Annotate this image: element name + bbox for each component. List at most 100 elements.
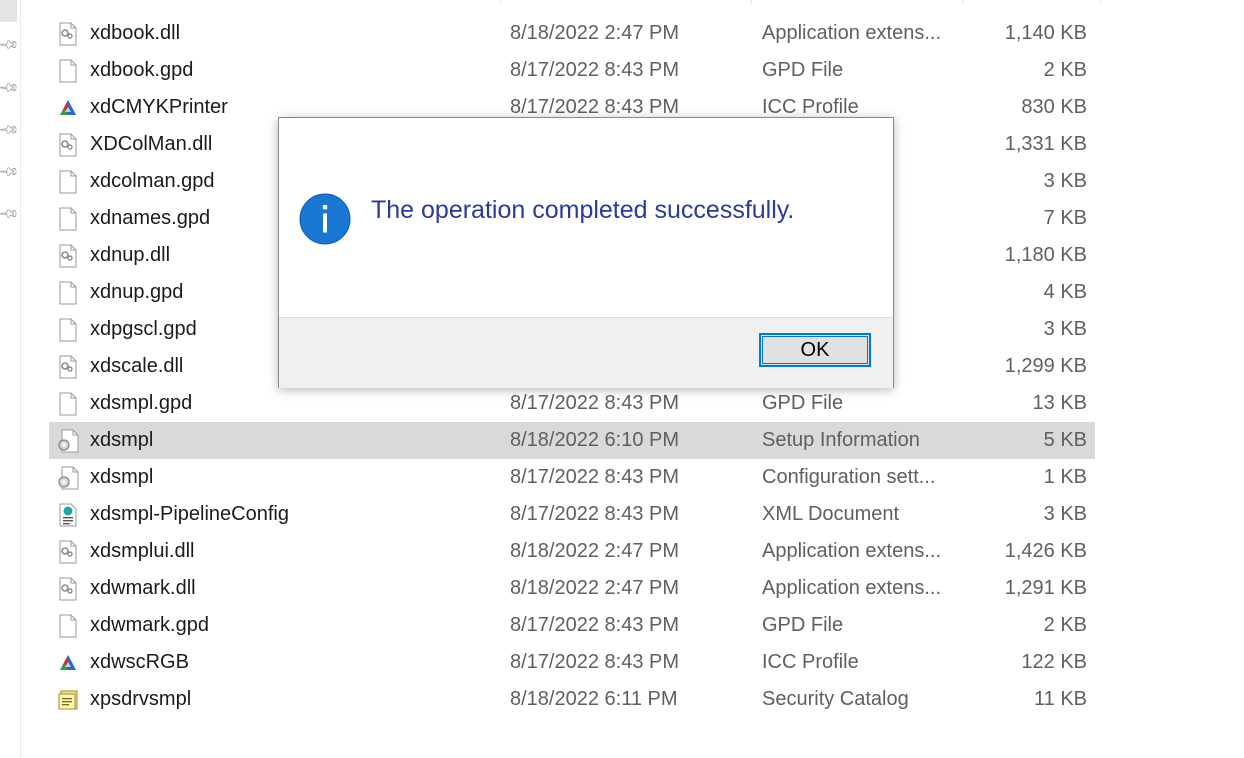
file-size: 2 KB [1043, 59, 1087, 81]
file-icon [57, 207, 79, 231]
file-name: xdnup.gpd [90, 281, 184, 303]
file-type: Security Catalog [762, 688, 909, 710]
file-name: xdpgscl.gpd [90, 318, 197, 340]
file-name: xdbook.dll [90, 22, 181, 44]
file-name: xdnup.dll [90, 244, 171, 266]
file-date-modified: 8/17/2022 8:43 PM [510, 651, 680, 673]
icc-icon [57, 651, 79, 675]
file-type: XML Document [762, 503, 900, 525]
file-size: 7 KB [1043, 207, 1087, 229]
file-name: xdcolman.gpd [90, 170, 215, 192]
file-size: 2 KB [1043, 614, 1087, 636]
pin-icon[interactable]: 📌︎ [0, 33, 20, 55]
column-separator[interactable] [962, 0, 963, 4]
pin-icon[interactable]: 📌︎ [0, 202, 20, 224]
dll-icon [57, 22, 79, 46]
file-size: 1,331 KB [1004, 133, 1087, 155]
file-size: 1,140 KB [1004, 22, 1087, 44]
file-size: 1,291 KB [1004, 577, 1087, 599]
file-size: 1,180 KB [1004, 244, 1087, 266]
file-name: xdbook.gpd [90, 59, 194, 81]
pin-icon[interactable]: 📌︎ [0, 118, 20, 140]
file-size: 830 KB [1021, 96, 1087, 118]
file-date-modified: 8/17/2022 8:43 PM [510, 466, 680, 488]
file-icon [57, 392, 79, 416]
file-size: 1,426 KB [1004, 540, 1087, 562]
file-size: 3 KB [1043, 503, 1087, 525]
dll-icon [57, 133, 79, 157]
file-row[interactable]: xdwscRGB 8/17/2022 8:43 PM ICC Profile 122 … [49, 644, 1095, 681]
message-dialog: The operation completed successfully. OK [278, 117, 894, 388]
file-size: 5 KB [1043, 429, 1087, 451]
file-name: xdCMYKPrinter [90, 96, 228, 118]
file-row[interactable]: xdsmpl 8/18/2022 6:10 PM Setup Information… [49, 422, 1095, 459]
file-date-modified: 8/18/2022 6:11 PM [510, 688, 678, 710]
file-date-modified: 8/18/2022 2:47 PM [510, 22, 680, 44]
config-icon [57, 466, 79, 490]
pin-icon[interactable]: 📌︎ [0, 76, 20, 98]
column-separator[interactable] [500, 0, 501, 4]
file-row[interactable]: xdbook.gpd 8/17/2022 8:43 PM GPD File 2 KB [49, 52, 1095, 89]
file-date-modified: 8/18/2022 2:47 PM [510, 540, 680, 562]
xml-icon [57, 503, 79, 527]
file-date-modified: 8/17/2022 8:43 PM [510, 503, 680, 525]
file-name: xdscale.dll [90, 355, 184, 377]
info-icon [299, 193, 351, 245]
dll-icon [57, 540, 79, 564]
file-name: xdsmpl-PipelineConfig [90, 503, 289, 525]
file-name: xdsmpl.gpd [90, 392, 193, 414]
icc-icon [57, 96, 79, 120]
pin-icon[interactable]: 📌︎ [0, 160, 20, 182]
file-size: 122 KB [1021, 651, 1087, 673]
file-name: xdwscRGB [90, 651, 189, 673]
dialog-message: The operation completed successfully. [371, 196, 795, 224]
file-row[interactable]: xpsdrvsmpl 8/18/2022 6:11 PM Security Cata… [49, 681, 1095, 718]
file-type: Application extens... [762, 540, 941, 562]
file-name: XDColMan.dll [90, 133, 213, 155]
file-name: xdnames.gpd [90, 207, 211, 229]
file-size: 1 KB [1043, 466, 1087, 488]
file-name: xdwmark.dll [90, 577, 196, 599]
file-row[interactable]: xdsmpl 8/17/2022 8:43 PM Configuration set… [49, 459, 1095, 496]
column-separator[interactable] [751, 0, 752, 4]
file-name: xdsmplui.dll [90, 540, 195, 562]
file-type: Configuration sett... [762, 466, 936, 488]
file-name: xpsdrvsmpl [90, 688, 192, 710]
file-row[interactable]: xdsmpl-PipelineConfig 8/17/2022 8:43 PM XM… [49, 496, 1095, 533]
file-date-modified: 8/17/2022 8:43 PM [510, 59, 680, 81]
file-size: 1,299 KB [1004, 355, 1087, 377]
file-type: ICC Profile [762, 651, 859, 673]
ok-button[interactable]: OK [759, 333, 871, 367]
file-size: 11 KB [1034, 688, 1087, 710]
catalog-icon [57, 688, 79, 712]
file-name: xdsmpl [90, 466, 154, 488]
file-type: Application extens... [762, 577, 941, 599]
file-row[interactable]: xdsmplui.dll 8/18/2022 2:47 PM Application… [49, 533, 1095, 570]
file-type: GPD File [762, 614, 844, 636]
file-date-modified: 8/18/2022 6:10 PM [510, 429, 680, 451]
file-size: 3 KB [1043, 170, 1087, 192]
file-name: xdwmark.gpd [90, 614, 209, 636]
file-type: Application extens... [762, 22, 941, 44]
file-name: xdsmpl [90, 429, 154, 451]
file-date-modified: 8/18/2022 2:47 PM [510, 577, 680, 599]
file-date-modified: 8/17/2022 8:43 PM [510, 392, 680, 414]
file-row[interactable]: xdwmark.gpd 8/17/2022 8:43 PM GPD File 2 KB [49, 607, 1095, 644]
setup-icon [57, 429, 79, 453]
file-icon [57, 59, 79, 83]
file-size: 13 KB [1032, 392, 1087, 414]
column-separator[interactable] [1100, 0, 1101, 4]
nav-pane-item[interactable] [0, 0, 17, 22]
dialog-body: The operation completed successfully. [279, 118, 893, 317]
file-icon [57, 170, 79, 194]
file-row[interactable]: xdbook.dll 8/18/2022 2:47 PM Application e… [49, 15, 1095, 52]
file-icon [57, 281, 79, 305]
file-row[interactable]: xdsmpl.gpd 8/17/2022 8:43 PM GPD File 13 KB [49, 385, 1095, 422]
file-size: 4 KB [1043, 281, 1087, 303]
navigation-pane: 📌︎ 📌︎ 📌︎ 📌︎ 📌︎ [0, 0, 21, 758]
file-row[interactable]: xdwmark.dll 8/18/2022 2:47 PM Application … [49, 570, 1095, 607]
dll-icon [57, 355, 79, 379]
file-size: 3 KB [1043, 318, 1087, 340]
file-type: GPD File [762, 392, 844, 414]
file-type: GPD File [762, 59, 844, 81]
